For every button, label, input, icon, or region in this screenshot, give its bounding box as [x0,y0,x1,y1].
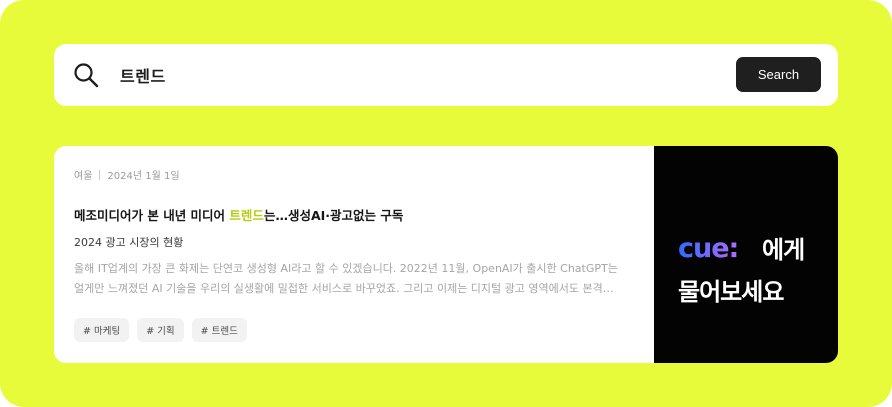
article-title-suffix: 는…생성AI·광고없는 구독 [263,208,404,223]
tag-planning[interactable]: # 기획 [137,318,184,342]
article-card[interactable]: 여울 2024년 1월 1일 메조미디어가 본 내년 미디어 트렌드는…생성AI… [54,146,838,363]
page-background: 트렌드 Search 여울 2024년 1월 1일 메조미디어가 본 내년 미디… [0,0,892,407]
thumbnail-text-line1: 에게 [762,236,805,264]
article-author: 여울 [74,171,93,182]
article-title[interactable]: 메조미디어가 본 내년 미디어 트렌드는…생성AI·광고없는 구독 [74,205,403,224]
article-title-highlight: 트렌드 [229,208,264,223]
article-meta: 여울 2024년 1월 1일 [74,167,180,182]
article-date: 2024년 1월 1일 [107,171,180,182]
search-input[interactable]: 트렌드 [120,63,166,87]
tag-list: # 마케팅 # 기획 # 트렌드 [74,318,247,342]
summary-line: 얼게만 느껴졌던 AI 기술을 우리의 실생활에 밀접한 서비스로 바꾸었죠. … [74,282,614,295]
article-title-prefix: 메조미디어가 본 내년 미디어 [74,208,230,223]
cue-logo: cue: [678,234,762,262]
thumbnail-text-line2: 물어보세요 [678,278,784,306]
search-icon [72,61,100,89]
article-thumbnail[interactable]: cue: 에게 물어보세요 [654,146,838,363]
thumbnail-line1: cue: 에게 [678,230,805,265]
cue-logo-text: cue: [678,234,738,262]
article-subtitle: 2024 광고 시장의 현황 [74,236,184,249]
article-summary: 올해 IT업계의 가장 큰 화제는 단연코 생성형 AI라고 할 수 있겠습니다… [74,259,634,299]
article-card-body[interactable]: 여울 2024년 1월 1일 메조미디어가 본 내년 미디어 트렌드는…생성AI… [54,146,654,363]
meta-divider [99,169,101,180]
tag-trend[interactable]: # 트렌드 [191,318,247,342]
search-button[interactable]: Search [736,57,821,92]
summary-line: 올해 IT업계의 가장 큰 화제는 단연코 생성형 AI라고 할 수 있겠습니다… [74,262,618,275]
search-bar[interactable]: 트렌드 Search [54,44,838,106]
tag-marketing[interactable]: # 마케팅 [74,318,130,342]
